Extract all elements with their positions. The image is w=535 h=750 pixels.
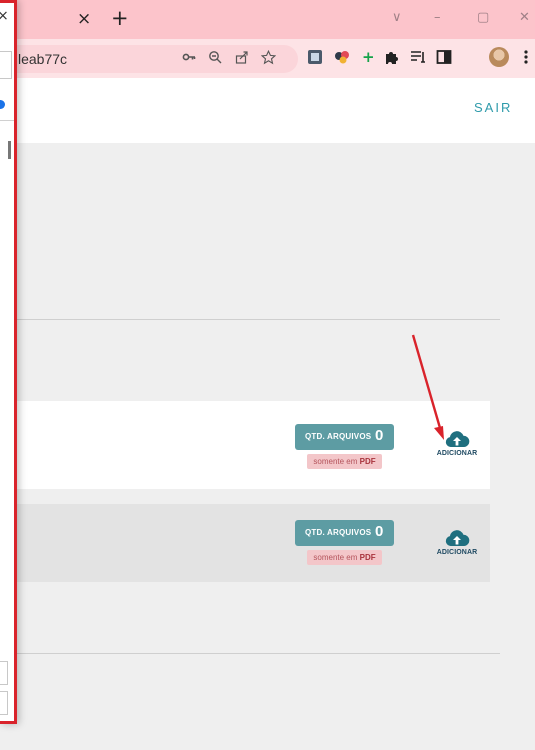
zoom-icon[interactable] <box>208 50 222 68</box>
file-count-badge: QTD. ARQUIVOS 0 <box>295 520 394 546</box>
pdf-note-prefix: somente em <box>313 553 360 562</box>
menu-icon[interactable] <box>523 49 529 69</box>
annotation-arrow <box>411 334 444 440</box>
file-count-value: 0 <box>375 523 384 540</box>
puzzle-icon[interactable] <box>384 49 400 69</box>
tab-search-icon[interactable]: ∨ <box>392 10 402 25</box>
minimize-button[interactable]: – <box>434 10 441 25</box>
tab-close-icon[interactable]: × <box>77 9 91 29</box>
section-divider <box>0 319 500 320</box>
star-icon[interactable] <box>260 49 277 69</box>
section-divider <box>0 653 500 654</box>
new-tab-button[interactable]: + <box>111 6 129 30</box>
add-file-label: ADICIONAR <box>436 549 478 556</box>
file-count-value: 0 <box>375 427 384 444</box>
pdf-only-note: somente em PDF <box>307 550 382 565</box>
popup-input[interactable] <box>0 51 12 79</box>
popup-window: × <box>0 0 17 724</box>
popup-scrollbar[interactable] <box>8 141 11 159</box>
pdf-note-prefix: somente em <box>313 457 360 466</box>
file-count-label: QTD. ARQUIVOS <box>305 528 372 537</box>
popup-radio-icon[interactable] <box>0 100 5 109</box>
page-header: SAIR <box>0 78 535 143</box>
url-text[interactable]: leab77c <box>18 51 67 67</box>
reading-list-icon[interactable] <box>410 49 426 69</box>
side-panel-icon[interactable] <box>436 49 452 69</box>
address-bar[interactable]: leab77c <box>0 45 298 73</box>
add-file-button[interactable]: ADICIONAR <box>432 528 482 568</box>
profile-avatar[interactable] <box>489 47 509 67</box>
close-window-button[interactable]: ✕ <box>519 10 530 25</box>
logout-link[interactable]: SAIR <box>474 100 512 115</box>
add-file-label: ADICIONAR <box>436 450 478 457</box>
browser-tab-bar: × + ∨ – ▢ ✕ <box>0 0 535 39</box>
pdf-note-ext: PDF <box>359 553 376 562</box>
popup-control[interactable] <box>0 661 8 685</box>
file-count-label: QTD. ARQUIVOS <box>305 432 372 441</box>
ext-docs-icon[interactable] <box>307 49 323 69</box>
ext-plus-icon[interactable]: + <box>362 48 375 66</box>
cloud-upload-icon <box>445 530 470 546</box>
popup-control[interactable] <box>0 691 8 715</box>
popup-close-icon[interactable]: × <box>0 8 9 24</box>
share-icon[interactable] <box>235 50 249 68</box>
ext-palette-icon[interactable] <box>334 49 351 69</box>
pdf-note-ext: PDF <box>359 457 376 466</box>
file-count-badge: QTD. ARQUIVOS 0 <box>295 424 394 450</box>
restore-button[interactable]: ▢ <box>477 10 489 25</box>
popup-divider <box>0 120 14 121</box>
key-icon[interactable] <box>182 50 196 68</box>
pdf-only-note: somente em PDF <box>307 454 382 469</box>
upload-row: QTD. ARQUIVOS 0 somente em PDF ADICIONAR <box>0 504 490 582</box>
browser-toolbar: leab77c + <box>0 39 535 78</box>
